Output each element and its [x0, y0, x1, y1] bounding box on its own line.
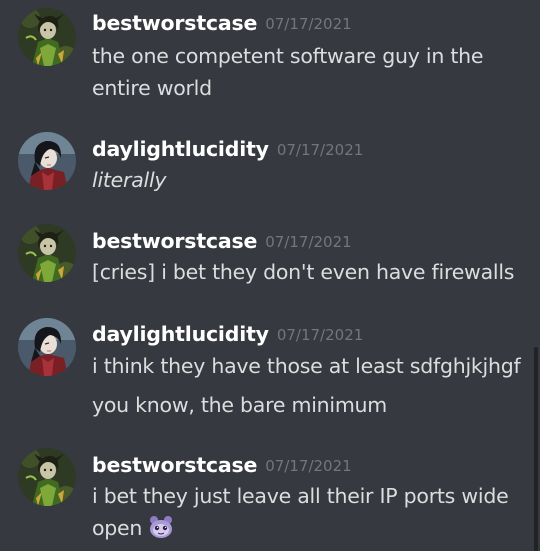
message-text: i bet they just leave all their IP ports… — [92, 484, 509, 508]
timestamp: 07/17/2021 — [265, 457, 352, 475]
avatar-green-robed-character-icon[interactable] — [18, 448, 76, 506]
message-text: open — [92, 516, 143, 540]
message-header: bestworstcase 07/17/2021 — [92, 8, 352, 38]
avatar-dark-haired-character-icon[interactable] — [18, 132, 76, 190]
timestamp: 07/17/2021 — [276, 326, 364, 344]
username[interactable]: bestworstcase — [92, 453, 257, 477]
message-text: the one competent software guy in the — [92, 44, 484, 68]
scrollbar-track[interactable] — [532, 0, 540, 551]
message-header: bestworstcase 07/17/2021 — [92, 450, 352, 480]
message-text: you know, the bare minimum — [92, 393, 388, 417]
message-text: i think they have those at least sdfghjk… — [92, 354, 521, 378]
username[interactable]: daylightlucidity — [92, 322, 269, 346]
scrollbar-thumb[interactable] — [534, 347, 538, 551]
timestamp: 07/17/2021 — [265, 233, 352, 251]
message-text-last-line: open — [92, 512, 174, 544]
avatar-dark-haired-character-icon[interactable] — [18, 318, 76, 376]
message-header: daylightlucidity 07/17/2021 — [92, 134, 363, 164]
message-text: entire world — [92, 76, 212, 100]
username[interactable]: bestworstcase — [92, 11, 257, 35]
timestamp: 07/17/2021 — [265, 15, 352, 33]
message-header: daylightlucidity 07/17/2021 — [92, 319, 363, 349]
timestamp: 07/17/2021 — [276, 141, 364, 159]
purple-creature-emoji-icon[interactable] — [148, 515, 174, 539]
message-text: [cries] i bet they don't even have firew… — [92, 260, 515, 284]
message-header: bestworstcase 07/17/2021 — [92, 226, 352, 256]
avatar-green-robed-character-icon[interactable] — [18, 224, 76, 282]
username[interactable]: bestworstcase — [92, 229, 257, 253]
avatar-green-robed-character-icon[interactable] — [18, 8, 76, 66]
chat-message-list: bestworstcase 07/17/2021 the one competen… — [0, 0, 540, 551]
username[interactable]: daylightlucidity — [92, 137, 269, 161]
message-text: literally — [92, 168, 167, 192]
